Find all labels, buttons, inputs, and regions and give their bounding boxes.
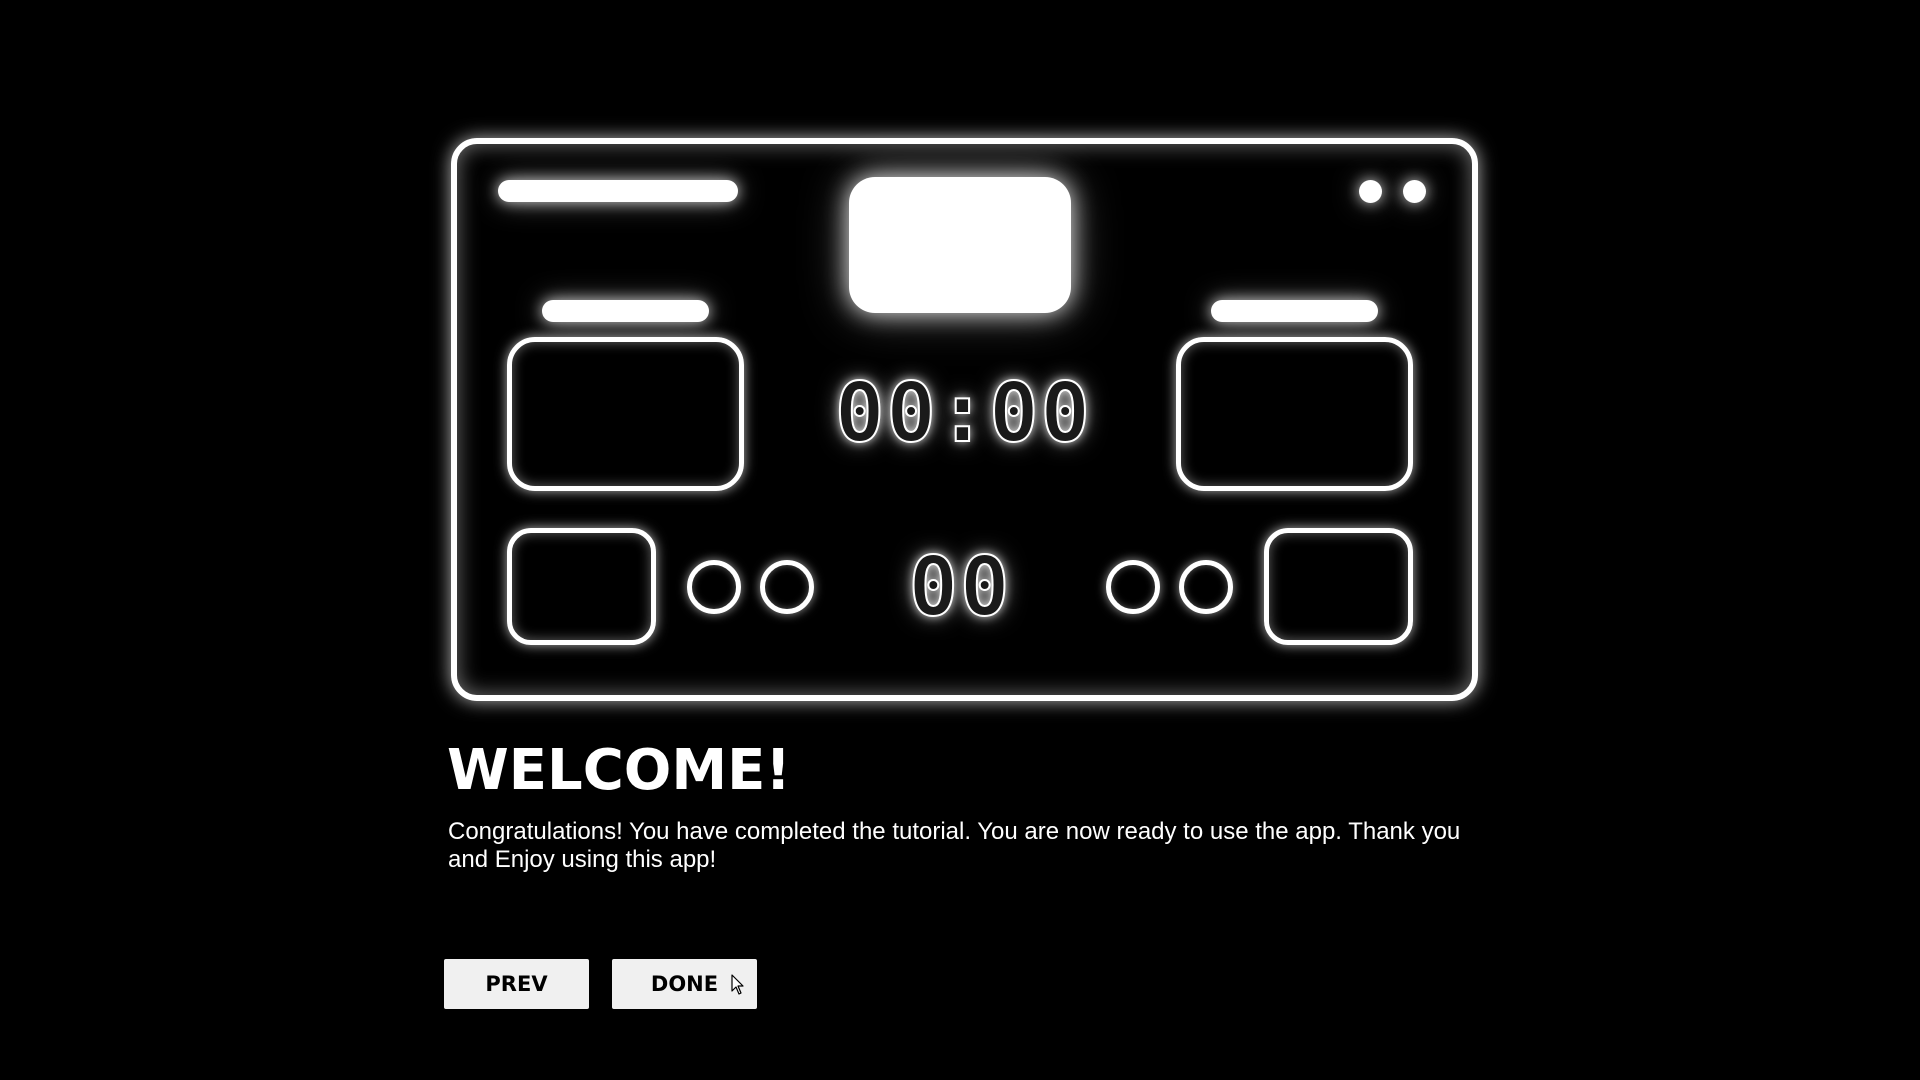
period-display: 00: [908, 539, 1012, 636]
home-team-label-bar: [542, 300, 709, 322]
welcome-message: Congratulations! You have completed the …: [448, 818, 1461, 873]
away-team-label-bar: [1211, 300, 1378, 322]
tutorial-screen: 00:00 00 WELCOME! Congratulations! You h…: [0, 0, 1920, 1080]
away-timeout-ring-2: [1179, 560, 1233, 614]
timer-display: 00:00: [834, 365, 1092, 462]
away-score-box: [1176, 337, 1413, 491]
board-indicator-dot-right: [1403, 180, 1426, 203]
home-timeout-ring-2: [760, 560, 814, 614]
away-timeout-ring-1: [1106, 560, 1160, 614]
board-center-panel: [849, 177, 1071, 313]
home-score-box: [507, 337, 744, 491]
welcome-title: WELCOME!: [447, 738, 791, 803]
home-fouls-box: [507, 528, 656, 645]
prev-button[interactable]: PREV: [444, 959, 589, 1009]
mouse-pointer-icon: [731, 974, 744, 995]
away-fouls-box: [1264, 528, 1413, 645]
home-timeout-ring-1: [687, 560, 741, 614]
board-title-bar: [498, 180, 738, 202]
board-indicator-dot-left: [1359, 180, 1382, 203]
